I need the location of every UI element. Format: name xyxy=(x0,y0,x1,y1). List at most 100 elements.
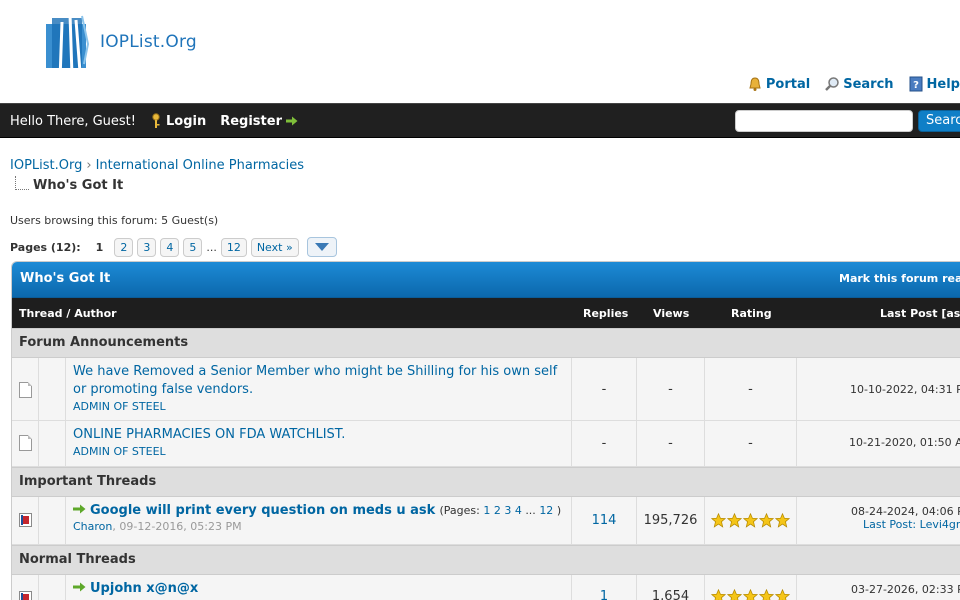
forum-title: Who's Got It xyxy=(20,271,111,286)
announcement-title[interactable]: ONLINE PHARMACIES ON FDA WATCHLIST. xyxy=(73,426,564,444)
search-button[interactable]: Search xyxy=(918,110,960,132)
star-icon xyxy=(759,513,774,528)
forum-title-bar: Who's Got It Mark this forum read xyxy=(12,262,960,298)
portal-link[interactable]: Portal xyxy=(747,75,810,93)
replies-count[interactable]: 114 xyxy=(592,513,617,528)
section-announcements: Forum Announcements xyxy=(12,328,960,358)
bell-icon xyxy=(749,77,761,91)
site-logo[interactable]: IOPList.Org xyxy=(40,10,240,82)
last-post-date: 10-10-2022, 04:31 PM xyxy=(850,383,960,396)
last-post-date: 10-21-2020, 01:50 AM xyxy=(849,436,960,449)
last-post-date: 03-27-2026, 02:33 PM xyxy=(851,583,960,596)
breadcrumb-separator: › xyxy=(86,158,92,173)
breadcrumb: IOPList.Org › International Online Pharm… xyxy=(10,158,304,193)
star-icon xyxy=(711,589,726,600)
thread-author[interactable]: Charon xyxy=(73,520,112,533)
thread-page-link[interactable]: 2 xyxy=(494,504,501,517)
star-icon xyxy=(775,589,790,600)
key-icon xyxy=(152,113,160,128)
portal-label: Portal xyxy=(765,76,811,92)
star-icon xyxy=(743,513,758,528)
arrow-right-icon xyxy=(73,504,86,514)
arrow-right-icon xyxy=(286,116,298,126)
search-input[interactable] xyxy=(735,110,913,132)
login-link[interactable]: Login xyxy=(150,113,206,129)
section-normal: Normal Threads xyxy=(12,545,960,575)
col-replies[interactable]: Replies xyxy=(583,307,628,320)
pagination-page[interactable]: 4 xyxy=(160,237,180,257)
thread-date: , 09-12-2016, 05:23 PM xyxy=(112,520,242,533)
star-rating[interactable] xyxy=(711,589,790,600)
hot-thread-icon xyxy=(19,513,32,527)
thread-page-link[interactable]: 4 xyxy=(515,504,522,517)
jump-dropdown[interactable] xyxy=(306,237,337,257)
col-views[interactable]: Views xyxy=(653,307,689,320)
table-row: ONLINE PHARMACIES ON FDA WATCHLIST. ADMI… xyxy=(12,421,960,467)
search-link[interactable]: Search xyxy=(824,75,894,93)
rating-value: - xyxy=(705,421,797,466)
star-rating[interactable] xyxy=(711,513,790,528)
last-post-label[interactable]: Last Post: xyxy=(863,518,916,531)
pagination-page[interactable]: 5 xyxy=(183,237,203,257)
views-count: - xyxy=(637,358,705,420)
pagination-page[interactable]: 3 xyxy=(137,237,157,257)
column-headers: Thread / Author Replies Views Rating Las… xyxy=(12,298,960,328)
pagination-last[interactable]: 12 xyxy=(220,237,247,257)
top-links: Portal Search ? Help xyxy=(747,75,960,93)
welcome-text: Hello There, Guest! xyxy=(10,113,136,129)
breadcrumb-root[interactable]: IOPList.Org xyxy=(10,158,82,173)
welcome-bar: Hello There, Guest! Login Register xyxy=(10,113,298,129)
logo-text: IOPList.Org xyxy=(100,32,197,52)
col-thread-author[interactable]: Thread / Author xyxy=(19,307,117,320)
thread-title[interactable]: Upjohn x@n@x xyxy=(90,581,198,596)
login-label: Login xyxy=(165,113,207,129)
last-post-user[interactable]: Levi4green xyxy=(920,518,960,531)
thread-list: Who's Got It Mark this forum read Thread… xyxy=(11,261,960,600)
hot-thread-icon xyxy=(19,591,32,600)
tree-connector-icon xyxy=(15,175,29,190)
thread-title[interactable]: Google will print every question on meds… xyxy=(90,503,435,518)
table-row: We have Removed a Senior Member who migh… xyxy=(12,358,960,421)
col-last-post[interactable]: Last Post [asc] xyxy=(880,307,960,320)
star-icon xyxy=(711,513,726,528)
star-icon xyxy=(727,513,742,528)
logo-mark-icon xyxy=(46,14,90,80)
views-count: 1,654 xyxy=(651,589,690,600)
table-row: Upjohn x@n@x 1 1,654 03-27-2026, 02:33 P… xyxy=(12,575,960,600)
star-icon xyxy=(759,589,774,600)
header: IOPList.Org Portal Search ? Help xyxy=(0,0,960,103)
thread-page-link[interactable]: 1 xyxy=(483,504,490,517)
section-important: Important Threads xyxy=(12,467,960,497)
announcement-author[interactable]: ADMIN OF STEEL xyxy=(73,445,564,458)
replies-count[interactable]: 1 xyxy=(600,589,608,600)
register-link[interactable]: Register xyxy=(220,114,298,129)
thread-page-link[interactable]: 12 xyxy=(539,504,553,517)
breadcrumb-parent[interactable]: International Online Pharmacies xyxy=(96,158,305,173)
users-browsing: Users browsing this forum: 5 Guest(s) xyxy=(10,214,219,227)
chevron-down-icon xyxy=(314,243,329,251)
help-label: Help xyxy=(926,76,960,92)
replies-count: - xyxy=(572,358,637,420)
document-icon xyxy=(19,382,32,398)
announcement-author[interactable]: ADMIN OF STEEL xyxy=(73,400,564,413)
mark-forum-read-link[interactable]: Mark this forum read xyxy=(839,272,960,285)
breadcrumb-current: Who's Got It xyxy=(33,178,124,193)
help-link[interactable]: ? Help xyxy=(908,75,960,93)
views-count: - xyxy=(637,421,705,466)
svg-text:?: ? xyxy=(913,80,919,91)
thread-page-link[interactable]: 3 xyxy=(504,504,511,517)
col-rating[interactable]: Rating xyxy=(731,307,772,320)
views-count: 195,726 xyxy=(637,497,705,544)
rating-value: - xyxy=(705,358,797,420)
announcement-title[interactable]: We have Removed a Senior Member who migh… xyxy=(73,363,564,399)
pagination-page[interactable]: 2 xyxy=(114,237,134,257)
pagination-current: 1 xyxy=(95,240,104,254)
user-panel: Hello There, Guest! Login Register Searc… xyxy=(0,103,960,138)
pagination: Pages (12): 1 2 3 4 5 ... 12 Next » xyxy=(10,237,337,257)
star-icon xyxy=(775,513,790,528)
thread-pages: (Pages: 1 2 3 4 ... 12 ) xyxy=(439,504,562,517)
last-post-date: 08-24-2024, 04:06 PM xyxy=(851,505,960,518)
pagination-next[interactable]: Next » xyxy=(250,237,299,257)
star-icon xyxy=(743,589,758,600)
arrow-right-icon xyxy=(73,582,86,592)
